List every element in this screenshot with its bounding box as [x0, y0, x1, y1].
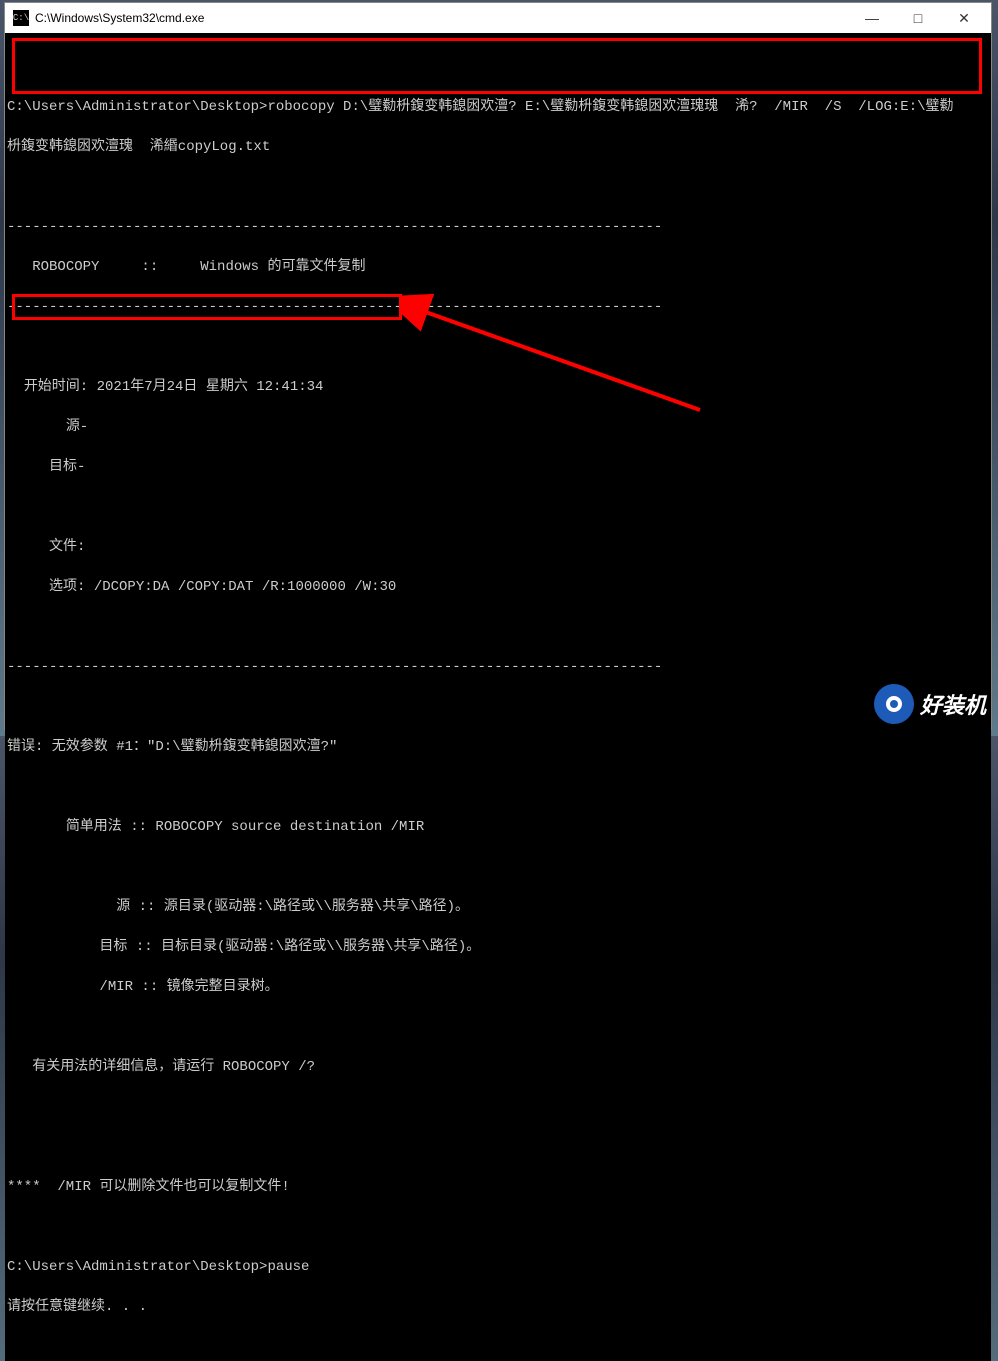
- minimize-button[interactable]: —: [849, 3, 895, 33]
- terminal-line: 开始时间: 2021年7月24日 星期六 12:41:34: [7, 377, 989, 397]
- terminal-line: C:\Users\Administrator\Desktop>pause: [7, 1257, 989, 1277]
- terminal-line: [7, 1137, 989, 1157]
- terminal-line: **** /MIR 可以删除文件也可以复制文件!: [7, 1177, 989, 1197]
- terminal-line: [7, 1017, 989, 1037]
- terminal-line: 源 :: 源目录(驱动器:\路径或\\服务器\共享\路径)。: [7, 897, 989, 917]
- terminal-line: [7, 857, 989, 877]
- watermark: 好装机: [874, 684, 986, 724]
- terminal-line: 请按任意键继续. . .: [7, 1297, 989, 1317]
- watermark-logo-icon: [874, 684, 914, 724]
- terminal-line: 文件:: [7, 537, 989, 557]
- terminal-line: 简单用法 :: ROBOCOPY source destination /MIR: [7, 817, 989, 837]
- close-button[interactable]: ✕: [941, 3, 987, 33]
- cmd-window: C:\ C:\Windows\System32\cmd.exe — □ ✕ C:…: [4, 2, 992, 730]
- terminal-line: [7, 1097, 989, 1117]
- terminal-line: ----------------------------------------…: [7, 657, 989, 677]
- terminal-line: 有关用法的详细信息，请运行 ROBOCOPY /?: [7, 1057, 989, 1077]
- terminal-output[interactable]: C:\Users\Administrator\Desktop>robocopy …: [5, 33, 991, 1361]
- terminal-line: [7, 177, 989, 197]
- terminal-line: 错误: 无效参数 #1："D:\璧勬枡鍑变韩鎴囦欢澶?": [7, 737, 989, 757]
- terminal-line: [7, 497, 989, 517]
- terminal-line: ----------------------------------------…: [7, 217, 989, 237]
- terminal-line: 目标 :: 目标目录(驱动器:\路径或\\服务器\共享\路径)。: [7, 937, 989, 957]
- maximize-button[interactable]: □: [895, 3, 941, 33]
- titlebar[interactable]: C:\ C:\Windows\System32\cmd.exe — □ ✕: [5, 3, 991, 33]
- terminal-line: [7, 777, 989, 797]
- terminal-line: ROBOCOPY :: Windows 的可靠文件复制: [7, 257, 989, 277]
- terminal-line: 选项: /DCOPY:DA /COPY:DAT /R:1000000 /W:30: [7, 577, 989, 597]
- terminal-line: [7, 1217, 989, 1237]
- terminal-line: C:\Users\Administrator\Desktop>robocopy …: [7, 97, 989, 117]
- terminal-line: [7, 57, 989, 77]
- terminal-line: [7, 697, 989, 717]
- window-title: C:\Windows\System32\cmd.exe: [35, 11, 849, 25]
- watermark-text: 好装机: [920, 688, 986, 720]
- terminal-line: /MIR :: 镜像完整目录树。: [7, 977, 989, 997]
- terminal-line: 目标-: [7, 457, 989, 477]
- terminal-line: 源-: [7, 417, 989, 437]
- terminal-line: 枡鍑变韩鎴囦欢澶瑰 浠緡copyLog.txt: [7, 137, 989, 157]
- window-controls: — □ ✕: [849, 3, 987, 33]
- terminal-line: ----------------------------------------…: [7, 297, 989, 317]
- terminal-line: [7, 617, 989, 637]
- cmd-icon: C:\: [13, 10, 29, 26]
- terminal-line: [7, 337, 989, 357]
